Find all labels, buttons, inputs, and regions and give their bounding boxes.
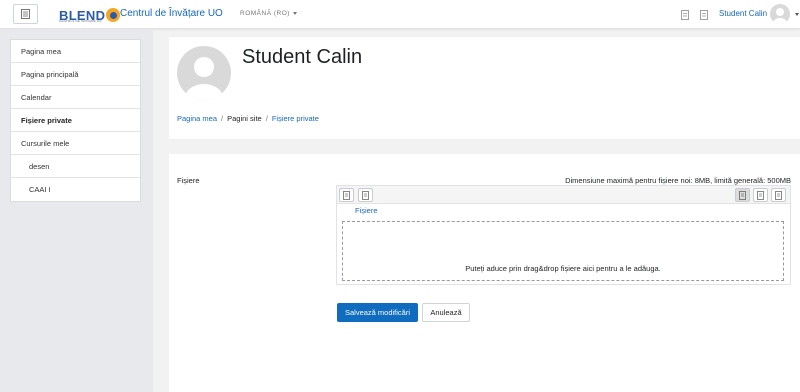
drawer-toggle-button[interactable] <box>13 4 38 24</box>
page-title: Student Calin <box>242 46 363 68</box>
drawer-item-course-desen[interactable]: desen <box>11 155 140 178</box>
file-picker: Fișiere Puteți aduce prin drag&drop fiși… <box>336 185 791 285</box>
create-folder-button[interactable] <box>358 188 373 202</box>
add-file-button[interactable] <box>339 188 354 202</box>
drawer-item-label: Calendar <box>21 92 52 102</box>
drawer-item-label: desen <box>29 161 50 171</box>
breadcrumb: Pagina mea / Pagini site / Fișiere priva… <box>177 114 319 123</box>
breadcrumb-item-pagina-mea[interactable]: Pagina mea <box>177 114 217 123</box>
drawer-item-label: Fișiere private <box>21 115 72 125</box>
user-avatar[interactable] <box>770 4 790 24</box>
breadcrumb-separator: / <box>221 114 224 123</box>
drawer-menu: Pagina mea Pagina principală Calendar Fi… <box>10 39 141 202</box>
files-field-label: Fișiere <box>177 176 200 185</box>
cancel-button[interactable]: Anulează <box>422 303 470 322</box>
drawer-item-course-caai[interactable]: CAAI I <box>11 178 140 201</box>
tree-view-icon <box>775 190 782 200</box>
chevron-down-icon <box>292 11 297 15</box>
user-menu-name[interactable]: Student Calin <box>719 9 767 18</box>
icons-view-icon <box>739 190 746 200</box>
profile-avatar <box>177 46 231 100</box>
file-dropzone[interactable]: Puteți aduce prin drag&drop fișiere aici… <box>342 221 784 281</box>
drawer-item-calendar[interactable]: Calendar <box>11 86 140 109</box>
list-view-button[interactable] <box>753 188 768 202</box>
drawer-item-fisiere-private[interactable]: Fișiere private <box>11 109 140 132</box>
nav-drawer: Pagina mea Pagina principală Calendar Fi… <box>0 29 153 392</box>
logo-subtext: CENTRUL DE INOVARE UO <box>59 19 102 23</box>
dropzone-hint: Puteți aduce prin drag&drop fișiere aici… <box>465 264 661 273</box>
site-name-link[interactable]: Centrul de Învățare UO <box>120 8 223 19</box>
drawer-item-label: Pagina mea <box>21 46 62 56</box>
menu-icon <box>21 9 30 19</box>
private-files-form: Fișiere Dimensiune maximă pentru fișiere… <box>169 154 800 392</box>
max-size-info: Dimensiune maximă pentru fișiere noi: 8M… <box>565 176 791 185</box>
top-navbar: BLEND CENTRUL DE INOVARE UO Centrul de Î… <box>0 0 800 29</box>
chat-icon[interactable] <box>699 9 708 20</box>
drawer-item-cursurile-mele[interactable]: Cursurile mele <box>11 132 140 155</box>
file-picker-toolbar <box>337 186 790 204</box>
bell-icon[interactable] <box>680 9 689 20</box>
page-header: Student Calin Pagina mea / Pagini site /… <box>169 37 800 139</box>
breadcrumb-item-fisiere-private[interactable]: Fișiere private <box>272 114 319 123</box>
save-changes-button[interactable]: Salvează modificări <box>337 303 418 322</box>
create-folder-icon <box>362 190 369 200</box>
language-menu[interactable]: ROMÂNĂ (RO) <box>240 10 297 17</box>
logo-mark-icon <box>106 8 121 22</box>
site-logo[interactable]: BLEND CENTRUL DE INOVARE UO <box>59 6 121 24</box>
drawer-item-label: Pagina principală <box>21 69 79 79</box>
breadcrumb-item-pagini-site: Pagini site <box>227 114 262 123</box>
tree-view-button[interactable] <box>771 188 786 202</box>
add-file-icon <box>343 190 350 200</box>
drawer-item-pagina-principala[interactable]: Pagina principală <box>11 63 140 86</box>
icons-view-button[interactable] <box>735 188 750 202</box>
breadcrumb-separator: / <box>265 114 268 123</box>
file-picker-path-link[interactable]: Fișiere <box>355 206 378 215</box>
user-menu-chevron-icon[interactable] <box>795 13 799 16</box>
drawer-item-pagina-mea[interactable]: Pagina mea <box>11 40 140 63</box>
drawer-item-label: CAAI I <box>29 185 51 194</box>
list-view-icon <box>757 190 764 200</box>
language-label: ROMÂNĂ (RO) <box>240 10 290 17</box>
drawer-item-label: Cursurile mele <box>21 138 70 148</box>
